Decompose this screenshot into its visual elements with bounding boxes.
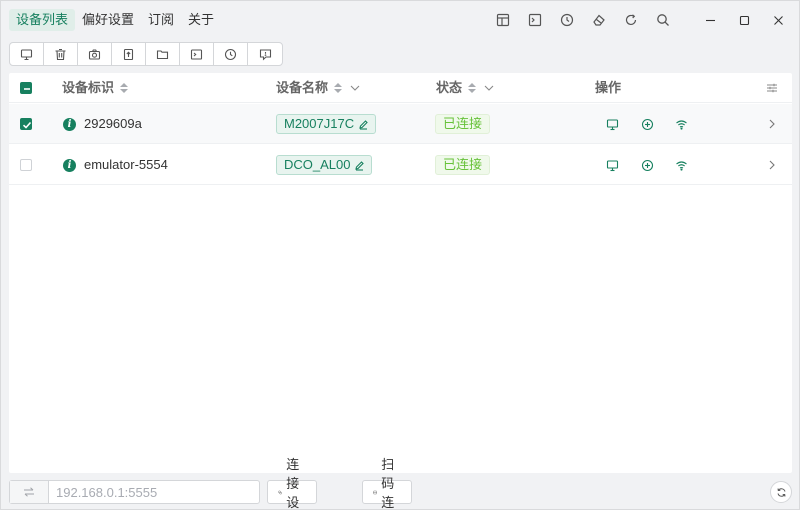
device-serial: 2929609a [84,116,142,131]
device-serial: emulator-5554 [84,157,168,172]
address-input[interactable] [49,481,259,503]
menu-preferences[interactable]: 偏好设置 [75,9,141,31]
scan-icon [373,490,377,494]
row-checkbox[interactable] [20,118,32,130]
swap-icon [10,481,49,503]
history-icon[interactable] [214,43,248,65]
chevron-down-icon[interactable] [484,83,494,93]
titlebar-tools [487,11,679,29]
refresh-icon [777,487,785,497]
header-serial-label: 设备标识 [62,80,115,95]
header-serial[interactable]: 设备标识 [62,73,129,103]
sort-icon[interactable] [468,83,477,93]
eraser-icon[interactable] [583,11,615,29]
layout-icon[interactable] [487,11,519,29]
header-status[interactable]: 状态 [436,73,494,103]
row-checkbox[interactable] [20,159,32,171]
device-table: 设备标识 设备名称 状态 操作 i 2929609a M2007J17C 已连接… [9,73,792,473]
terminal-icon[interactable] [519,11,551,29]
window-controls [693,10,795,30]
header-status-label: 状态 [436,80,463,95]
device-name-tag[interactable]: M2007J17C [276,114,377,134]
history-icon[interactable] [551,11,583,29]
header-name[interactable]: 设备名称 [276,73,360,103]
address-input-group [9,480,260,504]
table-row[interactable]: i 2929609a M2007J17C 已连接 [9,104,792,144]
scan-connect-label: 扫码连接 [381,457,395,510]
message-icon[interactable] [248,43,282,65]
minimize-icon[interactable] [693,10,727,30]
refresh-icon[interactable] [615,11,647,29]
add-circle-icon[interactable] [640,158,654,172]
header-actions: 操作 [595,73,621,103]
select-all-checkbox[interactable] [20,82,32,94]
wifi-icon[interactable] [674,158,688,172]
menu-about[interactable]: 关于 [181,9,221,31]
sort-icon[interactable] [334,83,343,93]
device-name: M2007J17C [284,116,355,131]
header-name-label: 设备名称 [276,80,329,95]
mirror-screen-icon[interactable] [605,117,619,131]
info-icon[interactable]: i [63,159,76,172]
header-actions-label: 操作 [595,80,622,95]
app-window: 设备列表 偏好设置 订阅 关于 设备标识 设备名称 状态 操作 i 292960… [0,0,800,510]
camera-icon[interactable] [78,43,112,65]
title-bar: 设备列表 偏好设置 订阅 关于 [1,1,799,37]
status-badge: 已连接 [435,114,491,134]
column-settings-icon[interactable] [766,82,778,94]
close-icon[interactable] [761,10,795,30]
table-row[interactable]: i emulator-5554 DCO_AL00 已连接 [9,145,792,185]
monitor-icon[interactable] [10,43,44,65]
add-circle-icon[interactable] [640,117,654,131]
device-name: DCO_AL00 [284,157,351,172]
wifi-icon[interactable] [674,117,688,131]
refresh-devices-button[interactable] [770,481,792,503]
edit-icon[interactable] [354,160,365,171]
scan-connect-button[interactable]: 扫码连接 [362,457,413,510]
search-icon[interactable] [647,11,679,29]
status-badge: 已连接 [435,155,491,175]
mirror-screen-icon[interactable] [605,158,619,172]
folder-icon[interactable] [146,43,180,65]
sort-icon[interactable] [120,83,129,93]
terminal-icon[interactable] [180,43,214,65]
menu-subscribe[interactable]: 订阅 [141,9,181,31]
upload-file-icon[interactable] [112,43,146,65]
table-header: 设备标识 设备名称 状态 操作 [9,73,792,103]
menu-device-list[interactable]: 设备列表 [9,9,76,31]
chevron-down-icon[interactable] [350,83,360,93]
trash-icon[interactable] [44,43,78,65]
info-icon[interactable]: i [63,118,76,131]
device-name-tag[interactable]: DCO_AL00 [276,155,373,175]
maximize-icon[interactable] [727,10,761,30]
connect-device-label: 连接设备 [286,457,300,510]
chevron-right-icon[interactable] [767,160,777,170]
top-menu: 设备列表 偏好设置 订阅 关于 [9,9,221,31]
device-toolbar [9,42,283,66]
edit-icon[interactable] [358,119,369,130]
link-icon [278,490,282,494]
connect-device-button[interactable]: 连接设备 [267,457,318,510]
chevron-right-icon[interactable] [767,119,777,129]
